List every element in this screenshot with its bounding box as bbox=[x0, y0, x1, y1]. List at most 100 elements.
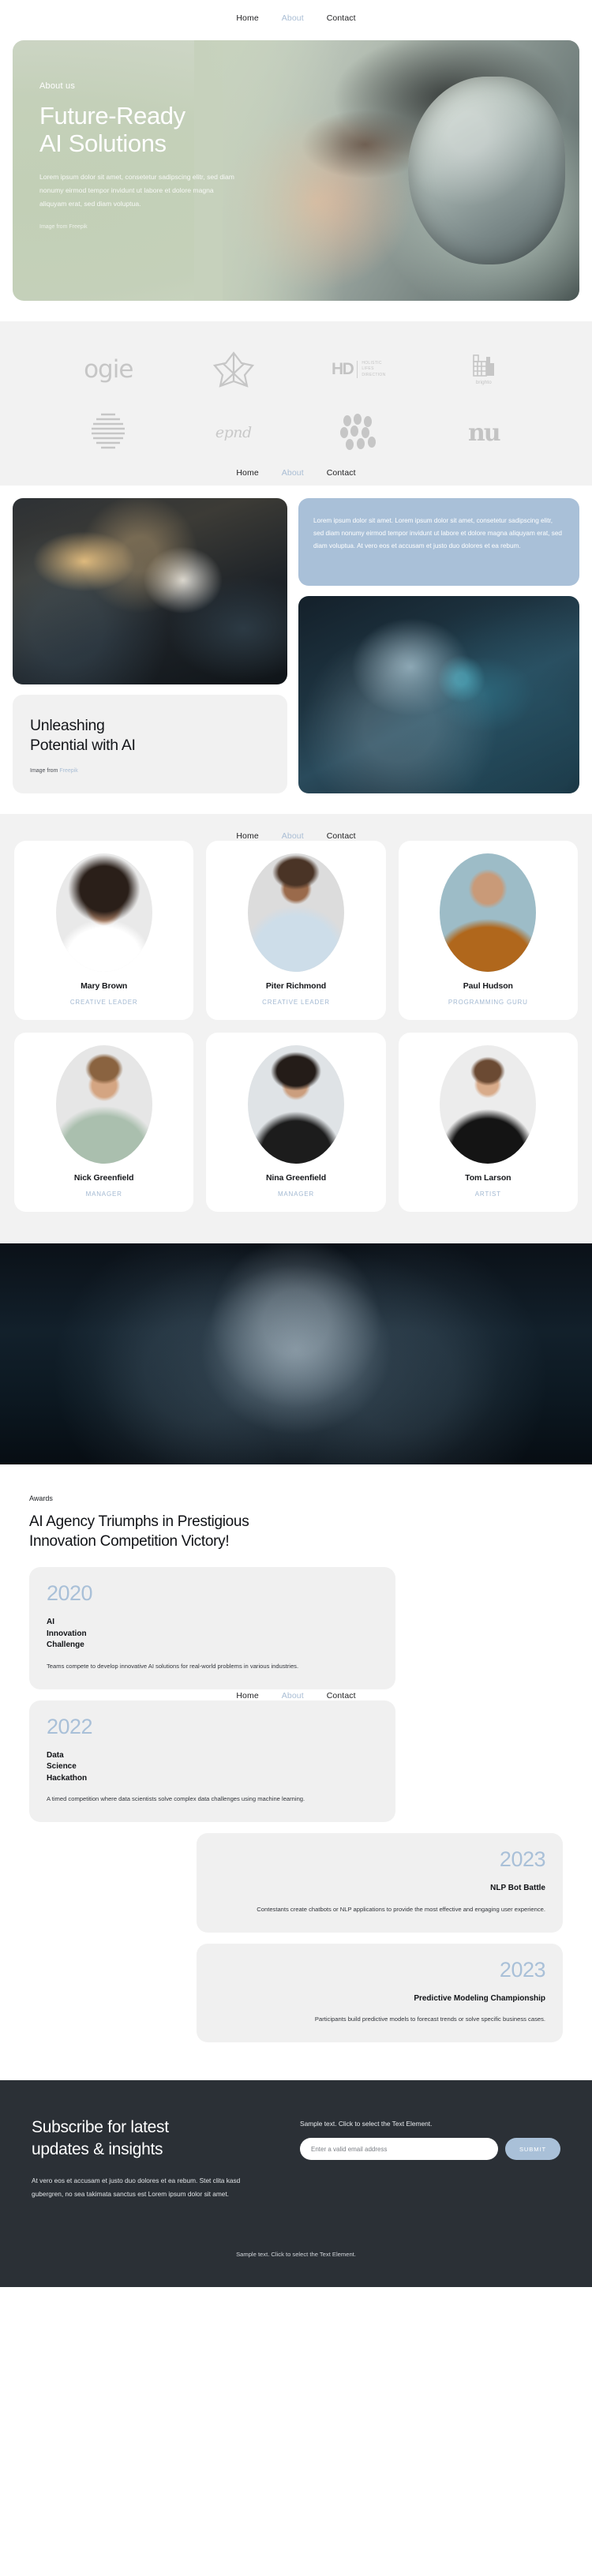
team-member-role: MANAGER bbox=[85, 1191, 122, 1198]
blue-card-text: Lorem ipsum dolor sit amet. Lorem ipsum … bbox=[313, 517, 562, 549]
awards-eyebrow: Awards bbox=[29, 1494, 53, 1503]
footer-bottom-text: Sample text. Click to select the Text El… bbox=[236, 2251, 356, 2259]
nav-item-about[interactable]: About bbox=[282, 13, 304, 23]
avatar bbox=[55, 1045, 152, 1164]
logo-nu: nu bbox=[467, 418, 501, 447]
floating-navigation-team[interactable]: Home About Contact bbox=[0, 831, 592, 841]
floating-navigation-awards[interactable]: Home About Contact bbox=[14, 1691, 578, 1700]
subscribe-body: At vero eos et accusam et justo duo dolo… bbox=[32, 2177, 241, 2198]
timeline-row: Home About Contact 2022 Data Science Hac… bbox=[14, 1691, 578, 1823]
team-member-role: CREATIVE LEADER bbox=[69, 999, 138, 1007]
nav-item-contact[interactable]: Contact bbox=[327, 468, 356, 478]
footer-right: Sample text. Click to select the Text El… bbox=[300, 2117, 560, 2200]
timeline-year: 2020 bbox=[47, 1581, 93, 1606]
awards-title: AI Agency Triumphs in Prestigious Innova… bbox=[29, 1513, 249, 1550]
logo-brighto: brighto bbox=[471, 348, 496, 391]
timeline-name: Data Science Hackathon bbox=[47, 1750, 88, 1783]
timeline-row: 2020 AI Innovation Challenge Teams compe… bbox=[14, 1567, 578, 1689]
timeline-card[interactable]: 2022 Data Science Hackathon A timed comp… bbox=[29, 1700, 395, 1823]
timeline-description: Teams compete to develop innovative AI s… bbox=[47, 1662, 299, 1670]
showcase-right-column: Lorem ipsum dolor sit amet. Lorem ipsum … bbox=[298, 498, 579, 794]
logos-grid: ogie HD HOLISTIC LIFES DIRECTION brighto… bbox=[0, 348, 592, 454]
avatar bbox=[247, 853, 344, 973]
timeline-name: Predictive Modeling Championship bbox=[414, 1993, 545, 2003]
logo-brighto-label: brighto bbox=[475, 380, 492, 385]
team-member-card[interactable]: Tom Larson ARTIST bbox=[398, 1033, 578, 1213]
unleashing-potential-card: Unleashing Potential with AI Image from … bbox=[13, 695, 287, 794]
logo-divider bbox=[357, 361, 358, 378]
team-member-name: Nick Greenfield bbox=[73, 1173, 134, 1183]
nav-item-home[interactable]: Home bbox=[236, 13, 258, 23]
team-member-name: Tom Larson bbox=[465, 1173, 511, 1183]
top-navigation[interactable]: Home About Contact bbox=[0, 0, 592, 28]
footer-bottom: Sample text. Click to select the Text El… bbox=[32, 2200, 560, 2287]
logo-flower-mark-icon bbox=[212, 348, 254, 391]
subscribe-title: Subscribe for latest updates & insights bbox=[32, 2118, 169, 2158]
timeline-year: 2023 bbox=[499, 1847, 546, 1872]
avatar bbox=[440, 1045, 537, 1164]
nav-item-contact[interactable]: Contact bbox=[327, 13, 356, 23]
unleash-credit-prefix: Image from bbox=[30, 768, 60, 774]
team-member-card[interactable]: Piter Richmond CREATIVE LEADER bbox=[206, 841, 386, 1021]
team-member-name: Mary Brown bbox=[81, 981, 128, 992]
team-member-card[interactable]: Mary Brown CREATIVE LEADER bbox=[14, 841, 194, 1021]
hero-image-credit: Image from Freepik bbox=[39, 224, 88, 231]
logo-hd-mark: HD bbox=[331, 360, 354, 378]
unleash-image-credit: Image from Freepik bbox=[30, 768, 270, 774]
team-member-name: Nina Greenfield bbox=[265, 1173, 327, 1183]
timeline-year: 2022 bbox=[47, 1714, 93, 1738]
submit-button[interactable]: SUBMIT bbox=[505, 2138, 560, 2161]
timeline-description: Contestants create chatbots or NLP appli… bbox=[257, 1905, 545, 1913]
nav-item-about[interactable]: About bbox=[282, 1691, 304, 1700]
nav-item-home[interactable]: Home bbox=[236, 1691, 258, 1700]
hero-section: About us Future-Ready AI Solutions Lorem… bbox=[0, 28, 592, 301]
footer-sample-text: Sample text. Click to select the Text El… bbox=[300, 2120, 433, 2128]
client-logos-section: ogie HD HOLISTIC LIFES DIRECTION brighto… bbox=[0, 321, 592, 486]
logo-epnd: epnd bbox=[215, 424, 252, 441]
nav-item-about[interactable]: About bbox=[282, 831, 304, 841]
logo-ogie: ogie bbox=[84, 355, 133, 384]
subscribe-form: SUBMIT bbox=[300, 2138, 560, 2161]
timeline-card[interactable]: 2020 AI Innovation Challenge Teams compe… bbox=[29, 1567, 395, 1689]
timeline-row: 2023 Predictive Modeling Championship Pa… bbox=[14, 1943, 578, 2043]
team-member-name: Piter Richmond bbox=[265, 981, 327, 992]
timeline-card[interactable]: 2023 Predictive Modeling Championship Pa… bbox=[197, 1943, 563, 2043]
footer: Subscribe for latest updates & insights … bbox=[0, 2080, 592, 2288]
hero-content: About us Future-Ready AI Solutions Lorem… bbox=[13, 40, 273, 230]
cyborg-head-image bbox=[298, 596, 579, 794]
team-member-card[interactable]: Nick Greenfield MANAGER bbox=[14, 1033, 194, 1213]
hero-title: Future-Ready AI Solutions bbox=[39, 102, 185, 158]
email-input[interactable] bbox=[300, 2138, 498, 2161]
timeline-name: NLP Bot Battle bbox=[490, 1884, 545, 1893]
footer-top: Subscribe for latest updates & insights … bbox=[32, 2117, 560, 2200]
hero-background-image bbox=[193, 40, 579, 301]
team-section: Mary Brown CREATIVE LEADER Piter Richmon… bbox=[0, 814, 592, 1244]
avatar bbox=[440, 853, 537, 973]
timeline-description: Participants build predictive models to … bbox=[314, 2015, 545, 2023]
timeline-year: 2023 bbox=[499, 1957, 546, 1982]
team-member-card[interactable]: Paul Hudson PROGRAMMING GURU bbox=[398, 841, 578, 1021]
nav-item-home[interactable]: Home bbox=[236, 831, 258, 841]
footer-left: Subscribe for latest updates & insights … bbox=[32, 2117, 268, 2200]
robot-portrait-banner bbox=[0, 1243, 592, 1465]
team-member-role: CREATIVE LEADER bbox=[262, 999, 330, 1007]
logo-holistic-lifes-direction: HD HOLISTIC LIFES DIRECTION bbox=[332, 348, 386, 391]
nav-item-contact[interactable]: Contact bbox=[327, 831, 356, 841]
timeline-name: AI Innovation Challenge bbox=[47, 1618, 87, 1650]
logo-striped-sphere-icon bbox=[90, 411, 126, 454]
team-member-role: ARTIST bbox=[474, 1191, 501, 1198]
unleash-credit-link[interactable]: Freepik bbox=[59, 768, 77, 774]
floating-navigation-logos[interactable]: Home About Contact bbox=[0, 468, 592, 478]
robot-thinking-image bbox=[13, 498, 287, 684]
timeline-row: 2023 NLP Bot Battle Contestants create c… bbox=[14, 1833, 578, 1933]
logo-dots-mark-icon bbox=[339, 411, 378, 454]
hero-body-text: Lorem ipsum dolor sit amet, consetetur s… bbox=[39, 173, 234, 208]
blue-text-card: Lorem ipsum dolor sit amet. Lorem ipsum … bbox=[298, 498, 579, 586]
team-member-card[interactable]: Nina Greenfield MANAGER bbox=[206, 1033, 386, 1213]
nav-item-contact[interactable]: Contact bbox=[327, 1691, 356, 1700]
unleash-title: Unleashing Potential with AI bbox=[30, 717, 136, 754]
timeline-card[interactable]: 2023 NLP Bot Battle Contestants create c… bbox=[197, 1833, 563, 1933]
nav-item-about[interactable]: About bbox=[282, 468, 304, 478]
nav-item-home[interactable]: Home bbox=[236, 468, 258, 478]
avatar bbox=[247, 1045, 344, 1164]
